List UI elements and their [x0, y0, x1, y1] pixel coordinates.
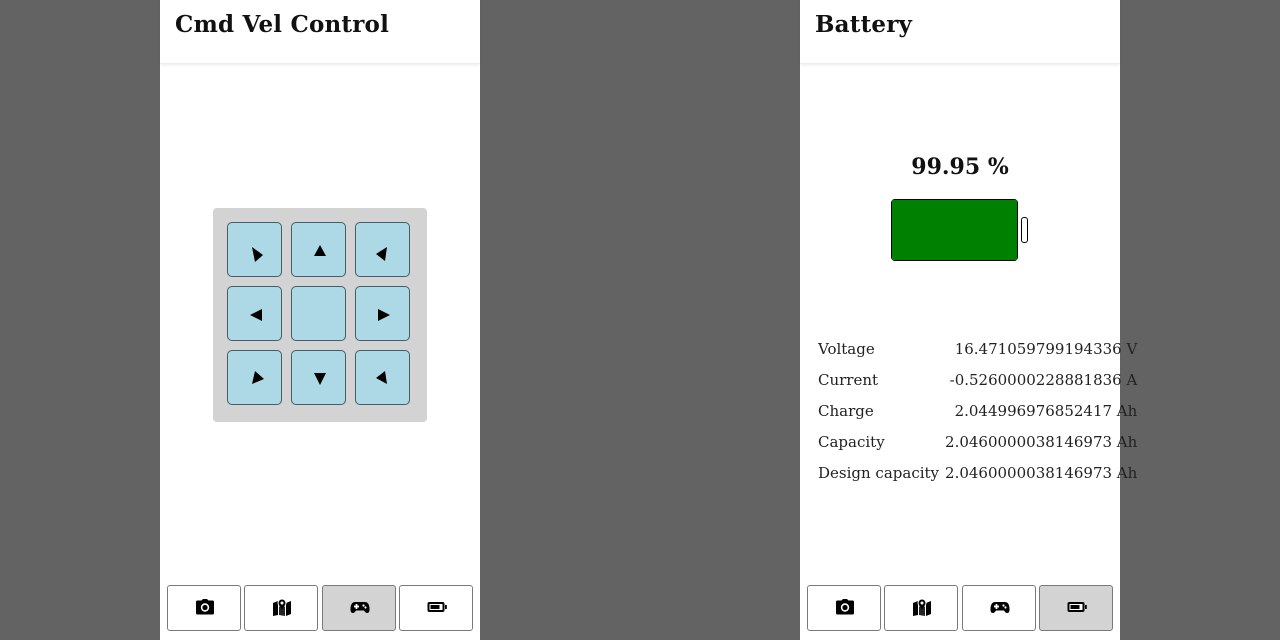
table-row: Capacity 2.0460000038146973 Ah — [815, 426, 1140, 457]
arrow-right-icon — [378, 309, 390, 321]
right-button[interactable] — [355, 286, 410, 341]
left-button[interactable] — [227, 286, 282, 341]
camera-icon — [836, 599, 854, 615]
arrow-left-icon — [250, 309, 262, 321]
battery-terminal — [1021, 217, 1028, 243]
arrow-down-left-icon — [252, 371, 264, 384]
nav-map-button[interactable] — [244, 585, 318, 631]
battery-screen: Battery 99.95 % Voltage 16.4710597991943… — [800, 0, 1137, 640]
nav-battery-button[interactable] — [399, 585, 473, 631]
stat-value: 2.0460000038146973 Ah — [945, 432, 1138, 451]
app-header: Battery — [800, 0, 1120, 64]
nav-camera-button[interactable] — [167, 585, 241, 631]
stop-button[interactable] — [291, 286, 346, 341]
stat-label: Charge — [818, 401, 874, 420]
battery-percentage: 99.95 % — [911, 154, 1009, 180]
nav-map-button[interactable] — [884, 585, 958, 631]
nav-control-button[interactable] — [322, 585, 396, 631]
app-header: Cmd Vel Control — [160, 0, 480, 64]
arrow-down-right-icon — [376, 371, 387, 384]
arrow-down-icon — [314, 373, 326, 385]
bottom-nav — [800, 585, 1120, 632]
forward-right-button[interactable] — [355, 222, 410, 277]
arrow-up-icon — [314, 245, 326, 256]
battery-stats-table: Voltage 16.471059799194336 V Current -0.… — [815, 333, 1140, 488]
stat-value: 2.0460000038146973 Ah — [945, 463, 1138, 482]
battery-gauge — [891, 199, 1018, 261]
table-row: Design capacity 2.0460000038146973 Ah — [815, 457, 1140, 488]
battery-icon — [427, 602, 447, 612]
bottom-nav — [160, 585, 480, 632]
page-title: Cmd Vel Control — [175, 11, 390, 38]
arrow-up-left-icon — [252, 247, 263, 262]
cmd-vel-screen: Cmd Vel Control — [160, 0, 480, 640]
dpad — [213, 208, 427, 422]
nav-camera-button[interactable] — [807, 585, 881, 631]
table-row: Charge 2.044996976852417 Ah — [815, 395, 1140, 426]
nav-battery-button[interactable] — [1039, 585, 1113, 631]
backward-right-button[interactable] — [355, 350, 410, 405]
battery-level-fill — [892, 200, 1017, 260]
table-row: Current -0.5260000228881836 A — [815, 364, 1140, 395]
stat-label: Capacity — [818, 432, 885, 451]
camera-icon — [196, 599, 214, 615]
battery-icon — [1067, 602, 1087, 612]
gamepad-icon — [350, 602, 370, 613]
nav-control-button[interactable] — [962, 585, 1036, 631]
stat-label: Voltage — [818, 339, 875, 358]
backward-button[interactable] — [291, 350, 346, 405]
stat-value: 16.471059799194336 V — [954, 339, 1138, 358]
stat-value: -0.5260000228881836 A — [949, 370, 1138, 389]
arrow-up-right-icon — [376, 247, 387, 261]
page-title: Battery — [815, 11, 913, 38]
forward-left-button[interactable] — [227, 222, 282, 277]
backward-left-button[interactable] — [227, 350, 282, 405]
map-icon — [273, 598, 291, 616]
forward-button[interactable] — [291, 222, 346, 277]
stat-label: Design capacity — [818, 463, 940, 482]
stat-label: Current — [818, 370, 879, 389]
map-icon — [913, 598, 931, 616]
table-row: Voltage 16.471059799194336 V — [815, 333, 1140, 364]
stat-value: 2.044996976852417 Ah — [954, 401, 1138, 420]
gamepad-icon — [990, 602, 1010, 613]
